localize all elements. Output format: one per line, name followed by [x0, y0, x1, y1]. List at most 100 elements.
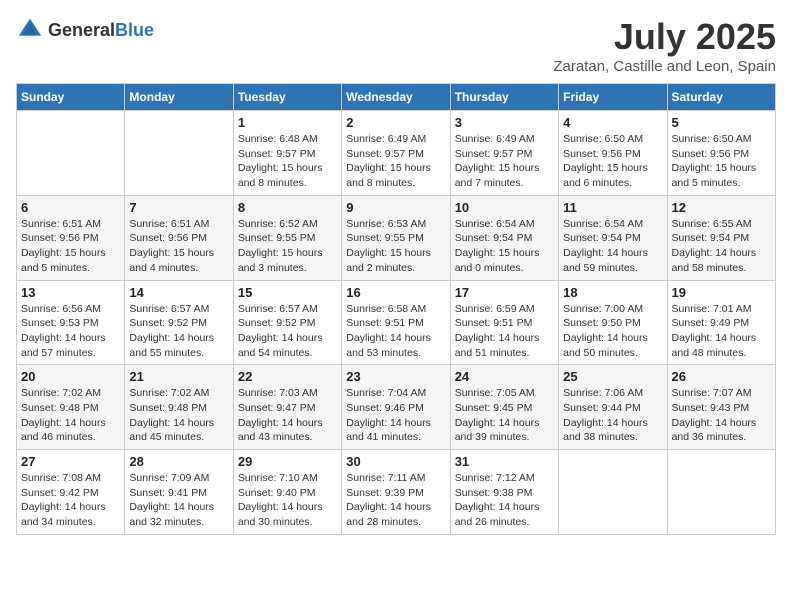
- day-info: Sunrise: 7:02 AMSunset: 9:48 PMDaylight:…: [21, 386, 120, 445]
- logo-icon: [16, 16, 44, 44]
- calendar-cell: 16 Sunrise: 6:58 AMSunset: 9:51 PMDayligh…: [342, 280, 450, 365]
- day-number: 7: [129, 200, 228, 215]
- calendar-cell: 17 Sunrise: 6:59 AMSunset: 9:51 PMDayligh…: [450, 280, 558, 365]
- calendar-cell: 13Sunrise: 6:56 AMSunset: 9:53 PMDayligh…: [17, 280, 125, 365]
- calendar-cell: 1 Sunrise: 6:48 AMSunset: 9:57 PMDaylight…: [233, 111, 341, 196]
- day-number: 1: [238, 115, 337, 130]
- calendar-cell: 5 Sunrise: 6:50 AMSunset: 9:56 PMDaylight…: [667, 111, 775, 196]
- day-number: 23: [346, 369, 445, 384]
- logo-blue-text: Blue: [115, 20, 154, 40]
- day-number: 21: [129, 369, 228, 384]
- calendar-cell: 3 Sunrise: 6:49 AMSunset: 9:57 PMDaylight…: [450, 111, 558, 196]
- day-info: Sunrise: 6:59 AMSunset: 9:51 PMDaylight:…: [455, 302, 554, 361]
- calendar-cell: [17, 111, 125, 196]
- day-number: 8: [238, 200, 337, 215]
- day-number: 17: [455, 285, 554, 300]
- day-info: Sunrise: 6:52 AMSunset: 9:55 PMDaylight:…: [238, 217, 337, 276]
- day-number: 19: [672, 285, 771, 300]
- day-info: Sunrise: 7:00 AMSunset: 9:50 PMDaylight:…: [563, 302, 662, 361]
- day-info: Sunrise: 7:10 AMSunset: 9:40 PMDaylight:…: [238, 471, 337, 530]
- day-number: 12: [672, 200, 771, 215]
- day-info: Sunrise: 6:48 AMSunset: 9:57 PMDaylight:…: [238, 132, 337, 191]
- col-thursday: Thursday: [450, 84, 558, 111]
- calendar-week-2: 6 Sunrise: 6:51 AMSunset: 9:56 PMDaylight…: [17, 195, 776, 280]
- day-info: Sunrise: 6:54 AMSunset: 9:54 PMDaylight:…: [563, 217, 662, 276]
- day-number: 26: [672, 369, 771, 384]
- day-info: Sunrise: 6:50 AMSunset: 9:56 PMDaylight:…: [672, 132, 771, 191]
- day-number: 22: [238, 369, 337, 384]
- day-info: Sunrise: 6:54 AMSunset: 9:54 PMDaylight:…: [455, 217, 554, 276]
- logo-general-text: General: [48, 20, 115, 40]
- col-friday: Friday: [559, 84, 667, 111]
- logo: GeneralBlue: [16, 16, 154, 44]
- day-number: 16: [346, 285, 445, 300]
- calendar-cell: 18Sunrise: 7:00 AMSunset: 9:50 PMDayligh…: [559, 280, 667, 365]
- day-info: Sunrise: 7:07 AMSunset: 9:43 PMDaylight:…: [672, 386, 771, 445]
- calendar-cell: 31 Sunrise: 7:12 AMSunset: 9:38 PMDayligh…: [450, 450, 558, 535]
- calendar-cell: 11 Sunrise: 6:54 AMSunset: 9:54 PMDayligh…: [559, 195, 667, 280]
- day-info: Sunrise: 6:51 AMSunset: 9:56 PMDaylight:…: [21, 217, 120, 276]
- calendar-week-1: 1 Sunrise: 6:48 AMSunset: 9:57 PMDaylight…: [17, 111, 776, 196]
- day-info: Sunrise: 7:12 AMSunset: 9:38 PMDaylight:…: [455, 471, 554, 530]
- day-number: 30: [346, 454, 445, 469]
- calendar-cell: 14 Sunrise: 6:57 AMSunset: 9:52 PMDayligh…: [125, 280, 233, 365]
- day-info: Sunrise: 6:58 AMSunset: 9:51 PMDaylight:…: [346, 302, 445, 361]
- day-info: Sunrise: 7:11 AMSunset: 9:39 PMDaylight:…: [346, 471, 445, 530]
- day-info: Sunrise: 7:02 AMSunset: 9:48 PMDaylight:…: [129, 386, 228, 445]
- day-number: 3: [455, 115, 554, 130]
- calendar-cell: 29Sunrise: 7:10 AMSunset: 9:40 PMDayligh…: [233, 450, 341, 535]
- day-number: 2: [346, 115, 445, 130]
- day-number: 28: [129, 454, 228, 469]
- page-header: GeneralBlue July 2025 Zaratan, Castille …: [16, 16, 776, 75]
- day-number: 24: [455, 369, 554, 384]
- calendar-cell: 10Sunrise: 6:54 AMSunset: 9:54 PMDayligh…: [450, 195, 558, 280]
- day-info: Sunrise: 6:53 AMSunset: 9:55 PMDaylight:…: [346, 217, 445, 276]
- title-block: July 2025 Zaratan, Castille and Leon, Sp…: [553, 16, 776, 75]
- calendar-cell: 9 Sunrise: 6:53 AMSunset: 9:55 PMDaylight…: [342, 195, 450, 280]
- day-info: Sunrise: 6:56 AMSunset: 9:53 PMDaylight:…: [21, 302, 120, 361]
- calendar-cell: 25Sunrise: 7:06 AMSunset: 9:44 PMDayligh…: [559, 365, 667, 450]
- day-info: Sunrise: 6:57 AMSunset: 9:52 PMDaylight:…: [129, 302, 228, 361]
- day-info: Sunrise: 6:55 AMSunset: 9:54 PMDaylight:…: [672, 217, 771, 276]
- day-info: Sunrise: 7:09 AMSunset: 9:41 PMDaylight:…: [129, 471, 228, 530]
- day-number: 31: [455, 454, 554, 469]
- day-number: 6: [21, 200, 120, 215]
- day-info: Sunrise: 7:04 AMSunset: 9:46 PMDaylight:…: [346, 386, 445, 445]
- calendar-cell: 28 Sunrise: 7:09 AMSunset: 9:41 PMDayligh…: [125, 450, 233, 535]
- calendar-cell: 2Sunrise: 6:49 AMSunset: 9:57 PMDaylight…: [342, 111, 450, 196]
- calendar-cell: 15 Sunrise: 6:57 AMSunset: 9:52 PMDayligh…: [233, 280, 341, 365]
- day-number: 9: [346, 200, 445, 215]
- day-info: Sunrise: 7:08 AMSunset: 9:42 PMDaylight:…: [21, 471, 120, 530]
- calendar-cell: [125, 111, 233, 196]
- day-info: Sunrise: 6:51 AMSunset: 9:56 PMDaylight:…: [129, 217, 228, 276]
- calendar-cell: 22 Sunrise: 7:03 AMSunset: 9:47 PMDayligh…: [233, 365, 341, 450]
- calendar-cell: 6 Sunrise: 6:51 AMSunset: 9:56 PMDaylight…: [17, 195, 125, 280]
- day-number: 14: [129, 285, 228, 300]
- calendar-cell: [667, 450, 775, 535]
- day-number: 15: [238, 285, 337, 300]
- calendar-cell: 27 Sunrise: 7:08 AMSunset: 9:42 PMDayligh…: [17, 450, 125, 535]
- day-info: Sunrise: 7:06 AMSunset: 9:44 PMDaylight:…: [563, 386, 662, 445]
- calendar-cell: 24 Sunrise: 7:05 AMSunset: 9:45 PMDayligh…: [450, 365, 558, 450]
- col-wednesday: Wednesday: [342, 84, 450, 111]
- calendar-cell: 4Sunrise: 6:50 AMSunset: 9:56 PMDaylight…: [559, 111, 667, 196]
- day-number: 27: [21, 454, 120, 469]
- col-monday: Monday: [125, 84, 233, 111]
- col-sunday: Sunday: [17, 84, 125, 111]
- day-info: Sunrise: 6:49 AMSunset: 9:57 PMDaylight:…: [455, 132, 554, 191]
- calendar-week-4: 20 Sunrise: 7:02 AMSunset: 9:48 PMDayligh…: [17, 365, 776, 450]
- calendar-cell: [559, 450, 667, 535]
- day-number: 11: [563, 200, 662, 215]
- calendar-cell: 12 Sunrise: 6:55 AMSunset: 9:54 PMDayligh…: [667, 195, 775, 280]
- col-saturday: Saturday: [667, 84, 775, 111]
- day-info: Sunrise: 6:57 AMSunset: 9:52 PMDaylight:…: [238, 302, 337, 361]
- month-title: July 2025: [553, 16, 776, 58]
- day-number: 5: [672, 115, 771, 130]
- day-number: 4: [563, 115, 662, 130]
- day-info: Sunrise: 7:03 AMSunset: 9:47 PMDaylight:…: [238, 386, 337, 445]
- col-tuesday: Tuesday: [233, 84, 341, 111]
- day-number: 20: [21, 369, 120, 384]
- calendar-cell: 26 Sunrise: 7:07 AMSunset: 9:43 PMDayligh…: [667, 365, 775, 450]
- day-info: Sunrise: 7:05 AMSunset: 9:45 PMDaylight:…: [455, 386, 554, 445]
- calendar-cell: 21 Sunrise: 7:02 AMSunset: 9:48 PMDayligh…: [125, 365, 233, 450]
